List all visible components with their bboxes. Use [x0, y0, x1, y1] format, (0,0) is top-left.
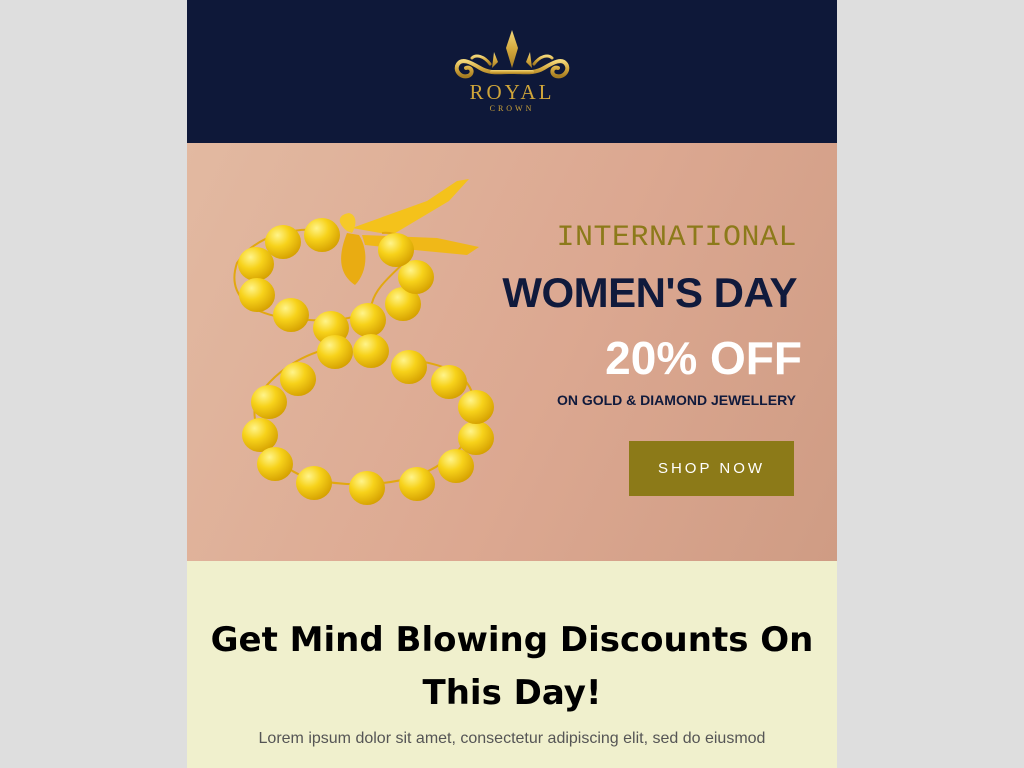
- brand-tagline: CROWN: [489, 104, 535, 113]
- email-container: ROYAL CROWN INTERNATIONAL WOMEN'S DAY 20…: [187, 0, 837, 768]
- brand-logo[interactable]: ROYAL CROWN: [450, 28, 574, 118]
- shop-now-button[interactable]: SHOP NOW: [629, 441, 794, 496]
- hero-banner: INTERNATIONAL WOMEN'S DAY 20% OFF ON GOL…: [187, 143, 837, 561]
- brand-name: ROYAL: [469, 80, 555, 104]
- email-header: ROYAL CROWN: [187, 0, 837, 143]
- bracelet-beads: [238, 218, 494, 505]
- promo-body: Lorem ipsum dolor sit amet, consectetur …: [258, 730, 766, 747]
- hero-title: WOMEN'S DAY: [502, 269, 797, 316]
- promo-heading: Get Mind Blowing Discounts On This Day!: [210, 620, 814, 713]
- crown-icon: [454, 30, 570, 79]
- hero-subtitle: ON GOLD & DIAMOND JEWELLERY: [556, 392, 796, 408]
- hero-eyebrow: INTERNATIONAL: [556, 221, 797, 255]
- hero-offer: 20% OFF: [605, 332, 802, 384]
- promo-content: Get Mind Blowing Discounts On This Day! …: [187, 561, 837, 768]
